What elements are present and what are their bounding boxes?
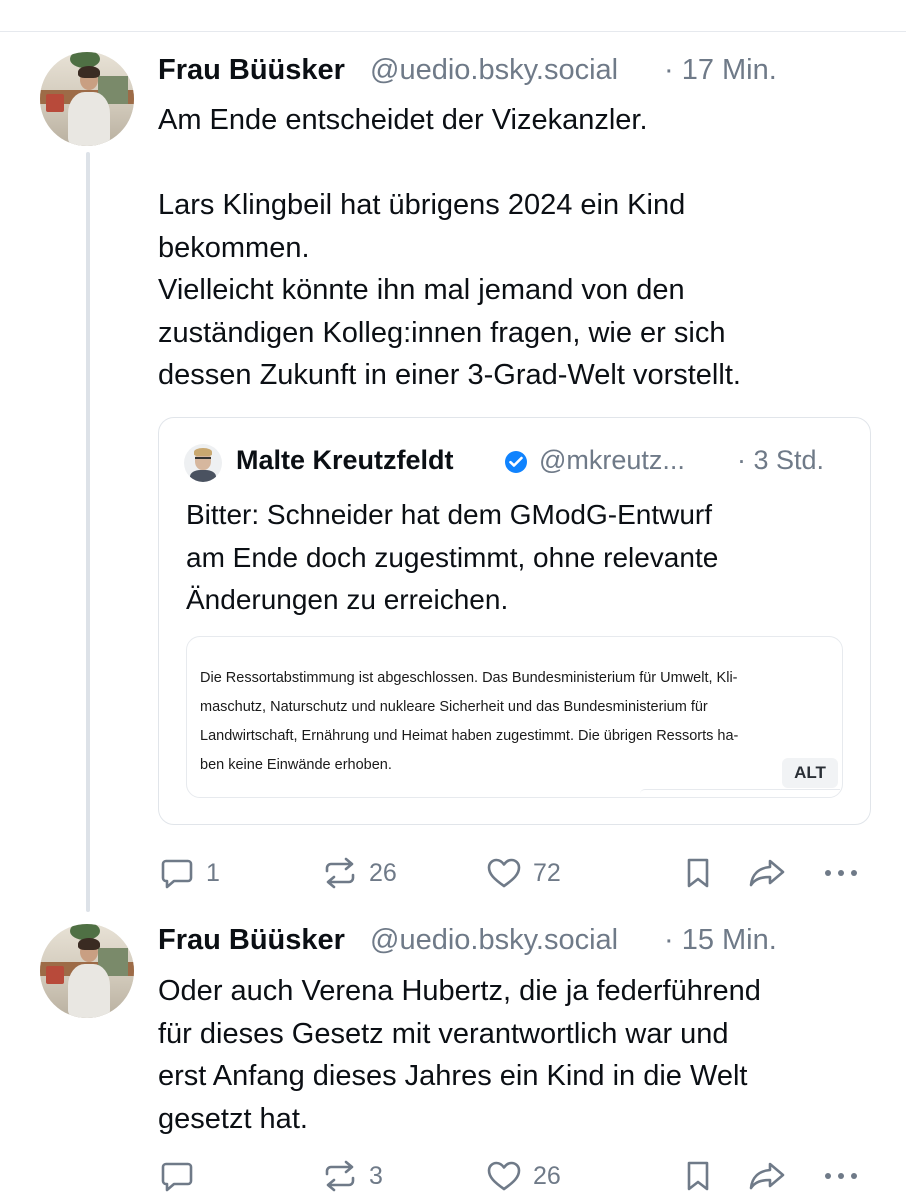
image-document-text: Die Ressortabstimmung ist abgeschlossen.…: [200, 670, 739, 773]
reply-icon: [161, 859, 193, 889]
repost-button[interactable]: 26: [323, 857, 397, 889]
author-avatar[interactable]: [40, 52, 134, 146]
quoted-post-timestamp: · 3 Std.: [737, 445, 825, 475]
repost-count: 3: [369, 1161, 383, 1190]
like-count: 72: [533, 858, 561, 887]
author-handle[interactable]: @uedio.bsky.social: [370, 924, 618, 957]
image-edge: [640, 789, 840, 794]
post-timestamp[interactable]: · 17 Min.: [664, 54, 777, 87]
like-button[interactable]: 72: [487, 857, 561, 889]
repost-count: 26: [369, 858, 397, 887]
post-text: Oder auch Verena Hubertz, die ja federfü…: [158, 975, 761, 1135]
repost-icon: [325, 857, 355, 889]
more-icon: [825, 870, 857, 876]
post-timestamp[interactable]: · 15 Min.: [664, 924, 777, 957]
share-icon: [749, 1162, 785, 1190]
top-divider: [0, 31, 906, 32]
bookmark-button[interactable]: [684, 1160, 712, 1192]
more-icon: [825, 1173, 857, 1179]
reply-icon: [161, 1162, 193, 1192]
author-name[interactable]: Frau Büüsker: [158, 924, 345, 957]
like-button[interactable]: 26: [487, 1160, 561, 1192]
thread-connector-line: [86, 152, 90, 912]
bookmark-icon: [687, 1161, 709, 1191]
quoted-author-avatar: [184, 444, 222, 482]
author-name[interactable]: Frau Büüsker: [158, 54, 345, 87]
quoted-author-handle: @mkreutz...: [539, 445, 685, 475]
quoted-post-text: Bitter: Schneider hat dem GModG-Entwurf …: [186, 499, 719, 615]
repost-button[interactable]: 3: [323, 1160, 383, 1192]
reply-button[interactable]: 1: [160, 857, 220, 889]
quoted-author-name: Malte Kreutzfeldt: [236, 445, 454, 475]
repost-icon: [325, 1160, 355, 1192]
bookmark-icon: [687, 858, 709, 888]
bookmark-button[interactable]: [684, 857, 712, 889]
author-avatar[interactable]: [40, 924, 134, 1018]
share-icon: [749, 859, 785, 887]
more-options-button[interactable]: [822, 1160, 860, 1192]
share-button[interactable]: [748, 1160, 786, 1192]
like-count: 26: [533, 1161, 561, 1190]
reply-button[interactable]: [160, 1160, 206, 1192]
more-options-button[interactable]: [822, 857, 860, 889]
reply-count: 1: [206, 858, 220, 887]
like-icon: [487, 858, 521, 888]
share-button[interactable]: [748, 857, 786, 889]
alt-text-badge[interactable]: ALT: [782, 758, 838, 788]
verified-check-icon: [505, 451, 527, 473]
post-text: Am Ende entscheidet der Vizekanzler. Lar…: [158, 104, 741, 391]
like-icon: [487, 1161, 521, 1191]
author-handle[interactable]: @uedio.bsky.social: [370, 54, 618, 87]
